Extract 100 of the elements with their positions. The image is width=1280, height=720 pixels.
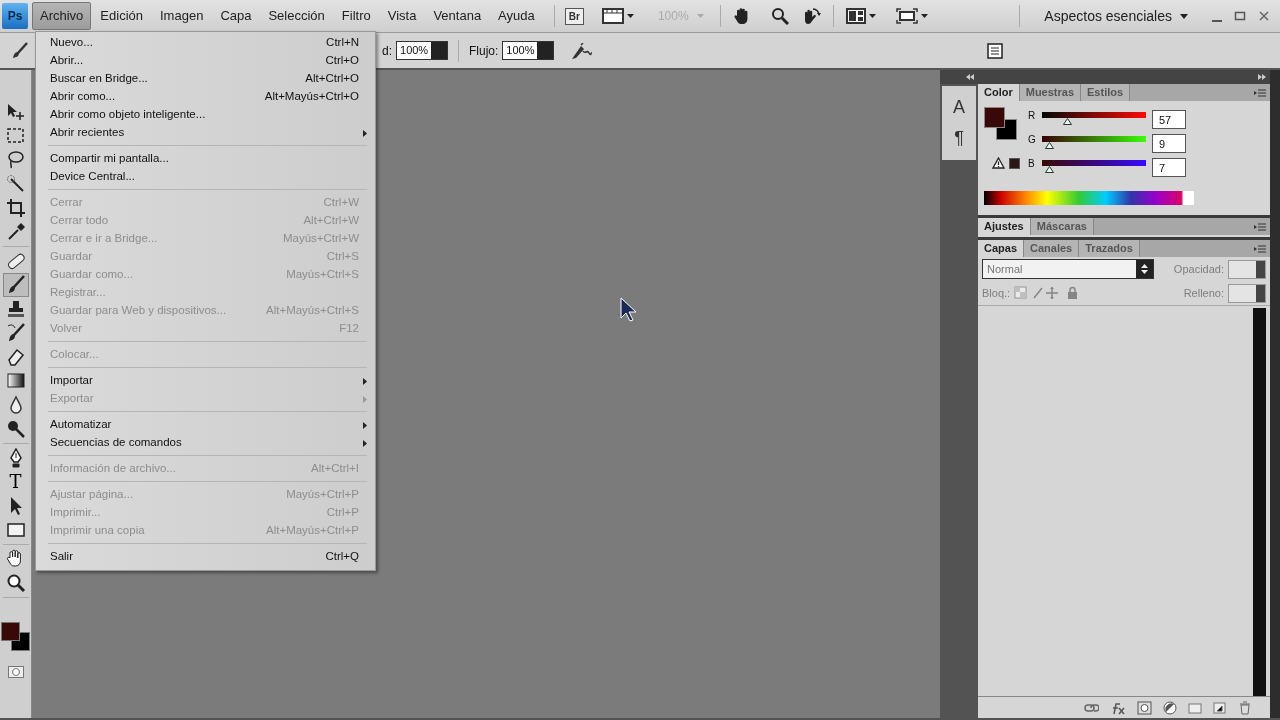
collapse-button[interactable]	[966, 74, 974, 80]
menu-item[interactable]: Salir Ctrl+Q	[36, 548, 375, 566]
wand-icon	[5, 174, 26, 194]
extras-button[interactable]	[599, 6, 636, 26]
scrollbar[interactable]	[1253, 308, 1266, 696]
caret-icon	[696, 14, 704, 18]
panel-toggle-button[interactable]	[985, 40, 1005, 61]
airbrush-button[interactable]	[570, 40, 595, 61]
flow-field[interactable]: 100%	[502, 41, 555, 60]
menu-item[interactable]: Abrir como... Alt+Mayús+Ctrl+O	[36, 88, 375, 106]
color-spectrum-bar[interactable]	[984, 191, 1194, 205]
mask-icon	[7, 666, 24, 678]
layer-action-button[interactable]	[1163, 700, 1177, 715]
menu-icon	[1254, 222, 1266, 231]
workspace-dropdown[interactable]: Aspectos esenciales	[1038, 4, 1194, 28]
slider-thumb[interactable]	[1045, 142, 1055, 149]
menu-item[interactable]: Ayuda	[490, 2, 543, 30]
mask-icon	[1137, 700, 1152, 715]
double-arrow-icon	[966, 74, 974, 80]
panel-menu-button[interactable]	[1254, 244, 1266, 253]
app-logo[interactable]: Ps	[2, 3, 28, 29]
layout-icon	[845, 8, 866, 24]
menu-icon	[1254, 244, 1266, 253]
stamp-icon	[5, 299, 26, 319]
minimize-icon	[1212, 20, 1222, 22]
channel-label: B	[1028, 157, 1036, 171]
channel-value-field[interactable]: 9	[1152, 133, 1186, 153]
menu-item[interactable]: Selección	[260, 2, 333, 30]
menu-item[interactable]: Secuencias de comandos	[36, 434, 375, 452]
menu-item[interactable]: Ventana	[425, 2, 490, 30]
menu-item[interactable]: Abrir... Ctrl+O	[36, 52, 375, 70]
close-icon	[1258, 10, 1270, 22]
panel-tab[interactable]: Ajustes	[978, 218, 1031, 235]
fx-icon	[1110, 700, 1126, 715]
slider-thumb[interactable]	[1062, 118, 1072, 125]
screen-icon	[895, 8, 918, 24]
opacity-label: Opacidad:	[1173, 261, 1224, 277]
caret-icon	[868, 14, 876, 18]
bridge-button[interactable]: Br	[564, 7, 584, 25]
menu-item[interactable]: Imagen	[152, 2, 212, 30]
panel-menu-button[interactable]	[1254, 88, 1266, 97]
menu-item[interactable]: Compartir mi pantalla...	[36, 150, 375, 168]
menu-item[interactable]: Importar	[36, 372, 375, 390]
screen-mode-button[interactable]	[893, 6, 930, 26]
channel-value-field[interactable]: 57	[1152, 109, 1186, 129]
caret-icon	[920, 14, 928, 18]
list-icon	[987, 42, 1003, 59]
fill-label: Relleno:	[1183, 285, 1224, 301]
dock-panel-button[interactable]: ¶	[948, 123, 970, 154]
menu-item[interactable]: Device Central...	[36, 168, 375, 186]
submenu-arrow-icon	[363, 129, 367, 137]
channel-label: G	[1028, 133, 1037, 147]
airbrush-icon	[572, 42, 593, 59]
menu-item[interactable]: Filtro	[333, 2, 379, 30]
crop-icon	[5, 198, 26, 218]
tool-button[interactable]	[2, 273, 29, 297]
submenu-arrow-icon	[363, 395, 367, 403]
flow-label: Flujo:	[469, 42, 499, 60]
slider-thumb[interactable]	[1044, 166, 1054, 173]
menu-item[interactable]: Archivo	[32, 2, 92, 30]
color-swatches-drawing[interactable]	[984, 107, 1018, 141]
marquee-icon	[5, 126, 26, 146]
menu-item[interactable]: Capa	[212, 2, 260, 30]
eraser-icon	[5, 347, 26, 367]
brush-icon	[5, 323, 26, 343]
fill-field[interactable]	[1228, 283, 1266, 303]
panel-menu-button[interactable]	[1254, 222, 1266, 231]
caret-icon	[626, 14, 634, 18]
menu-item[interactable]: Abrir como objeto inteligente...	[36, 106, 375, 124]
opacity-label: d:	[382, 42, 392, 60]
trash-icon	[1238, 700, 1252, 715]
menu-item[interactable]: Automatizar	[36, 416, 375, 434]
maximize-icon	[1234, 10, 1246, 22]
expand-button[interactable]	[1258, 74, 1266, 80]
menu-item[interactable]: Nuevo... Ctrl+N	[36, 34, 375, 52]
menu-icon	[1254, 88, 1266, 97]
new-layer-icon	[1213, 700, 1227, 715]
tool-button[interactable]: T	[2, 470, 29, 494]
menu-item[interactable]: Buscar en Bridge... Alt+Ctrl+O	[36, 70, 375, 88]
rectangle-icon	[5, 520, 26, 540]
color-swatches-drawing[interactable]	[0, 622, 31, 652]
arrange-documents-button[interactable]	[843, 6, 878, 26]
lock-label: Bloq.:	[982, 285, 1011, 301]
dodge-icon	[5, 419, 26, 439]
panel-tab[interactable]: Máscaras	[1030, 218, 1094, 235]
dock-panel-button[interactable]: A	[947, 92, 971, 123]
menu-item[interactable]: Vista	[379, 2, 425, 30]
zoom-icon	[5, 573, 26, 593]
move-arrow-icon	[5, 102, 26, 122]
gamut-color-swatch[interactable]	[1009, 157, 1020, 169]
opacity-field[interactable]: 100%	[396, 41, 448, 60]
up-down-arrows-icon	[1141, 264, 1148, 274]
panel-tab[interactable]: Muestras	[1019, 84, 1082, 101]
channel-value-field[interactable]: 7	[1152, 157, 1186, 177]
caret-icon	[1180, 13, 1188, 19]
panel-tab[interactable]: Estilos	[1081, 84, 1131, 101]
panel-tab[interactable]: Color	[978, 84, 1020, 101]
menu-item[interactable]: Edición	[92, 2, 151, 30]
menu-item[interactable]: Abrir recientes	[36, 124, 375, 142]
layer-action-button[interactable]	[1213, 700, 1227, 715]
